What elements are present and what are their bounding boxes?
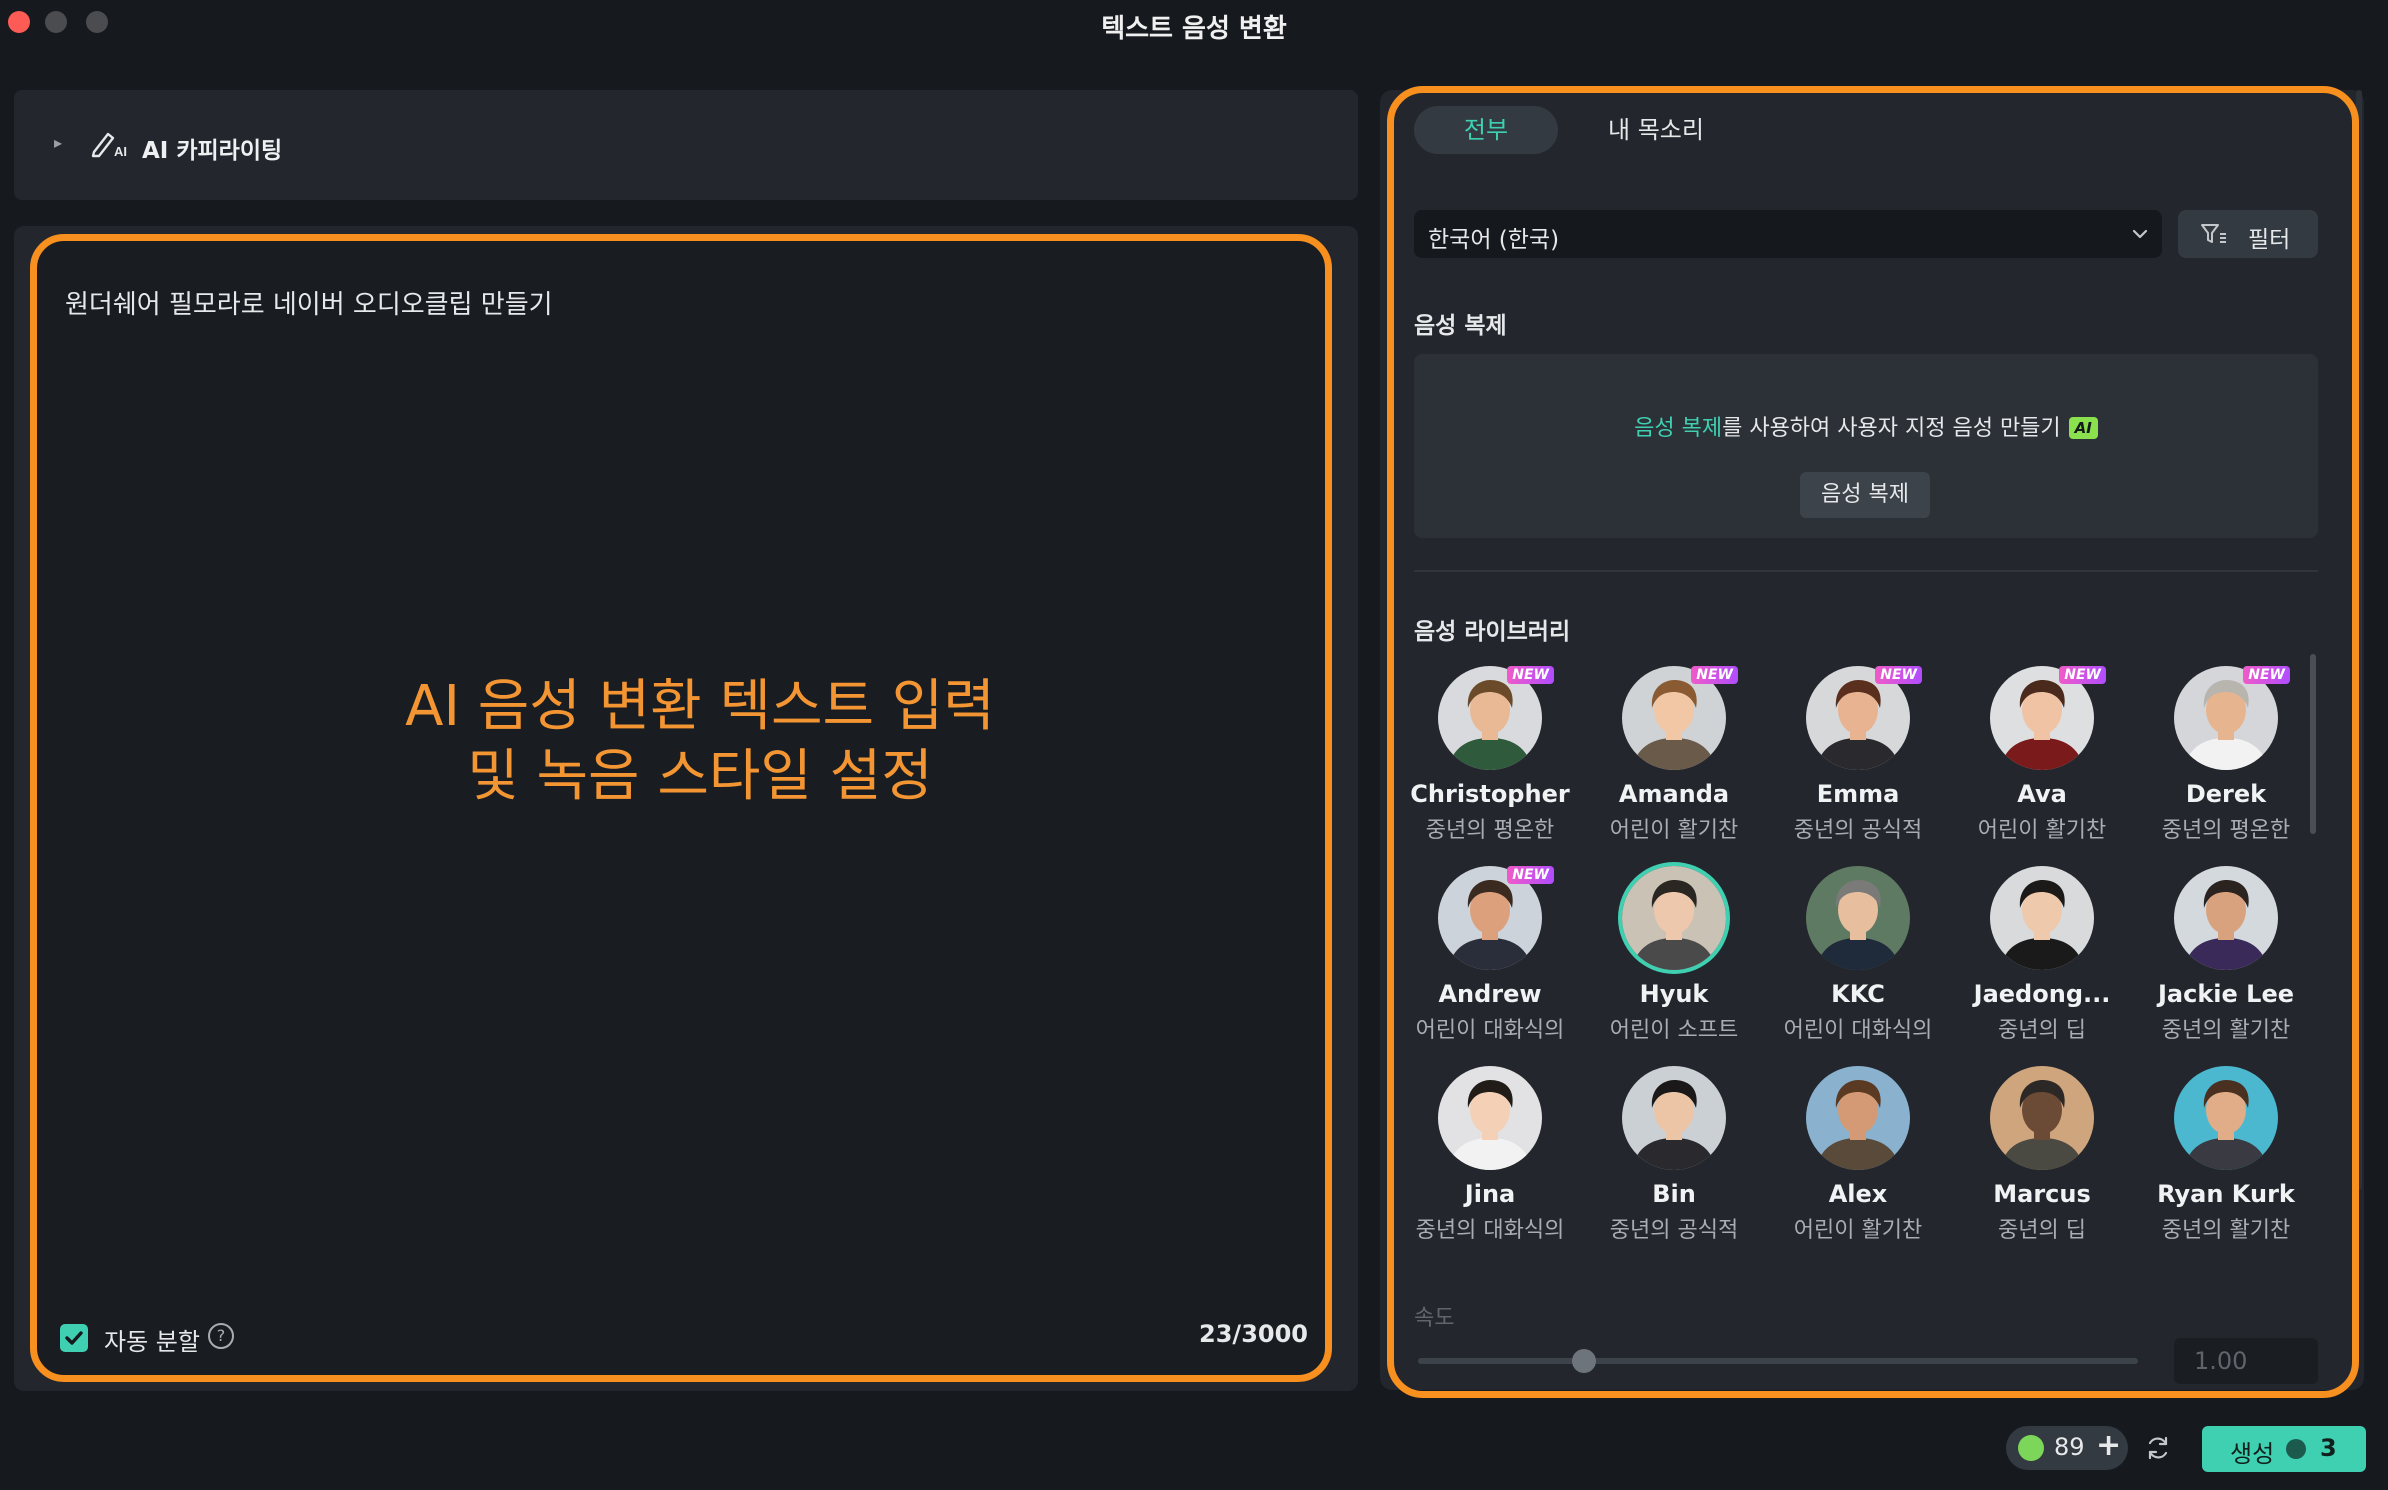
generate-label: 생성: [2230, 1440, 2275, 1468]
generate-cost: 3: [2320, 1434, 2337, 1462]
add-credits-icon[interactable]: +: [2096, 1428, 2121, 1463]
auto-split-checkbox[interactable]: [60, 1324, 88, 1352]
annotation-line-2: 및 녹음 스타일 설정: [467, 744, 933, 809]
generate-button[interactable]: 생성 3: [2202, 1426, 2366, 1472]
annotation-overlay: AI 음성 변환 텍스트 입력 및 녹음 스타일 설정: [300, 672, 1100, 812]
character-count: 23/3000: [1199, 1320, 1308, 1348]
credit-coin-icon: [2018, 1435, 2044, 1461]
voice-panel-annotation-outline: [1387, 86, 2359, 1398]
help-icon[interactable]: ?: [208, 1323, 234, 1349]
ai-copywriting-label[interactable]: AI 카피라이팅: [142, 131, 282, 165]
ai-pen-icon: AI: [90, 128, 130, 162]
expand-arrow-icon[interactable]: ▸: [54, 133, 62, 152]
credit-coin-icon: [2286, 1439, 2306, 1459]
window-title: 텍스트 음성 변환: [1101, 14, 1287, 44]
svg-text:AI: AI: [114, 144, 127, 158]
checkmark-icon: [65, 1331, 83, 1345]
refresh-icon[interactable]: [2144, 1434, 2172, 1462]
credit-count: 89: [2054, 1433, 2085, 1461]
credits-pill[interactable]: 89 +: [2006, 1426, 2128, 1470]
title-bar: 텍스트 음성 변환: [0, 0, 2388, 52]
annotation-line-1: AI 음성 변환 텍스트 입력: [405, 674, 995, 739]
editor-text[interactable]: 원더쉐어 필모라로 네이버 오디오클립 만들기: [65, 284, 553, 321]
auto-split-label[interactable]: 자동 분할: [104, 1322, 200, 1357]
